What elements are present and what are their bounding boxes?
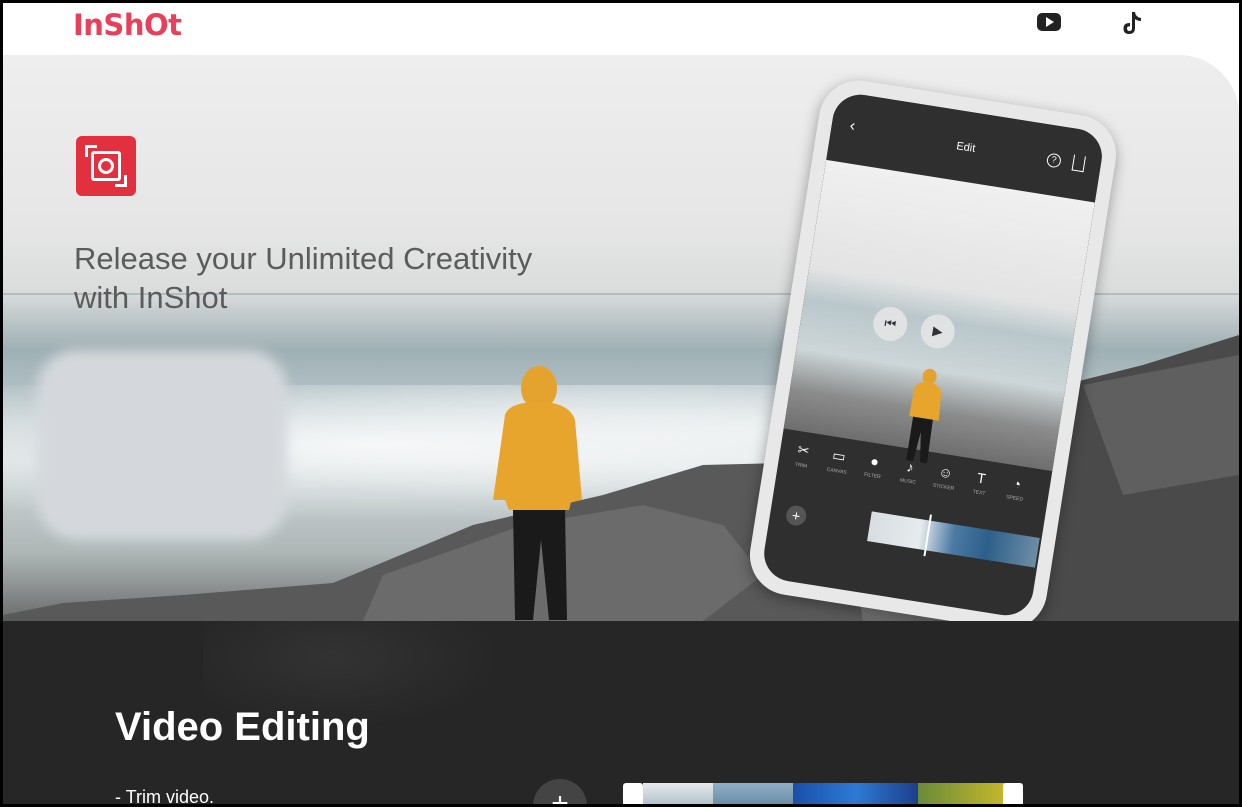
timeline-left-handle: [623, 783, 643, 804]
timeline-frame: [918, 783, 1008, 804]
hero-banner: Release your Unlimited Creativity with I…: [3, 55, 1239, 621]
trim-tool-icon: ✂ TRIM: [794, 441, 811, 470]
sticker-tool-icon: ☺ STICKER: [932, 463, 955, 492]
phone-video-preview: ⏮ ▶: [783, 159, 1095, 472]
timeline-frame: [643, 783, 713, 804]
phone-person-figure: [906, 368, 942, 464]
inshot-logo[interactable]: InShOt: [73, 8, 182, 42]
tiktok-icon[interactable]: [1119, 9, 1145, 37]
music-tool-icon: ♪ MUSIC: [899, 458, 917, 486]
section-title: Video Editing: [115, 705, 370, 749]
speed-tool-icon: ◔ SPEED: [1005, 475, 1024, 503]
timeline-frame: [793, 783, 918, 804]
play-icon: ▶: [918, 312, 958, 351]
filter-tool-icon: ● FILTER: [863, 452, 882, 481]
skip-back-icon: ⏮: [870, 304, 910, 344]
feature-section: Video Editing - Trim video. +: [3, 621, 1239, 804]
add-clip-icon: +: [533, 779, 587, 804]
youtube-icon[interactable]: [1037, 13, 1061, 31]
feature-bullet: - Trim video.: [115, 787, 215, 804]
headline-line-2: with InShot: [74, 280, 228, 315]
phone-screen: ‹ Edit ? ⏮ ▶ ✂ TRIM ▭ CANVAS ● FILTER ♪ …: [760, 90, 1106, 620]
page: InShOt Release your Unlimited Creativity…: [3, 3, 1239, 804]
canvas-tool-icon: ▭ CANVAS: [826, 446, 848, 476]
phone-add-icon: +: [784, 504, 808, 528]
site-header: InShOt: [3, 3, 1239, 55]
timeline-frame: [713, 783, 793, 804]
share-icon: [1071, 154, 1086, 173]
blurred-download-badges: [37, 350, 287, 540]
video-timeline-strip: [623, 783, 1023, 804]
person-figure: [493, 366, 582, 620]
hero-headline: Release your Unlimited Creativity with I…: [74, 239, 594, 317]
timeline-right-handle: [1003, 783, 1023, 804]
headline-line-1: Release your Unlimited Creativity: [74, 241, 533, 276]
inshot-app-icon: [76, 136, 136, 196]
text-tool-icon: T TEXT: [972, 469, 987, 497]
